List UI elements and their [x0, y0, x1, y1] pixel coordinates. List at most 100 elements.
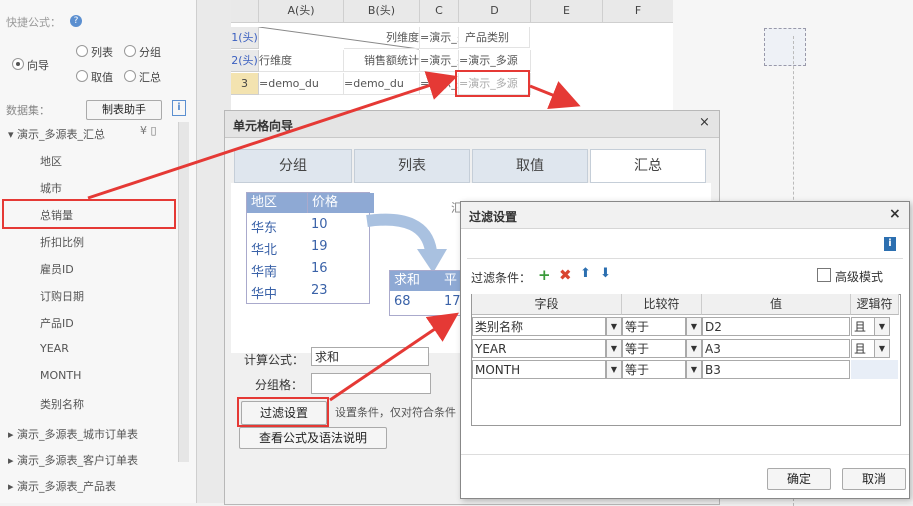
- chevron-down-icon[interactable]: ▼: [606, 339, 622, 358]
- col-header-f[interactable]: F: [603, 0, 674, 23]
- result-table: 求和 平 68 17: [389, 270, 470, 316]
- logic-select[interactable]: 且: [851, 317, 875, 336]
- sample-cell: 19: [311, 239, 328, 254]
- info-icon[interactable]: i: [172, 100, 186, 116]
- move-up-icon[interactable]: ⬆: [580, 266, 591, 281]
- tree-field-product-id[interactable]: 产品ID: [40, 315, 74, 331]
- tree-field-category[interactable]: 类别名称: [40, 396, 84, 412]
- tree-root-actions-icon[interactable]: ¥ ▯: [140, 124, 157, 137]
- value-input[interactable]: A3: [702, 339, 850, 358]
- filter-title: 过滤设置: [469, 210, 518, 224]
- tree-field-city[interactable]: 城市: [40, 180, 62, 196]
- chevron-down-icon[interactable]: ▼: [874, 317, 890, 336]
- wizard-radio[interactable]: 向导: [12, 57, 49, 73]
- view-formula-button[interactable]: 查看公式及语法说明: [239, 427, 387, 449]
- tree-root[interactable]: ▾ 演示_多源表_汇总: [8, 126, 105, 142]
- cell-c3[interactable]: =演示_多源: [420, 73, 459, 95]
- tree-field-employee-id[interactable]: 雇员ID: [40, 261, 74, 277]
- radio-list[interactable]: 列表: [76, 44, 113, 60]
- filter-titlebar: [461, 202, 909, 229]
- value-input[interactable]: B3: [702, 360, 850, 379]
- result-header-sum: 求和: [390, 271, 444, 291]
- tab-group[interactable]: 分组: [234, 149, 352, 183]
- value-input[interactable]: D2: [702, 317, 850, 336]
- table-helper-button[interactable]: 制表助手: [86, 100, 162, 120]
- filter-close-icon[interactable]: ×: [889, 206, 901, 222]
- cell-b3[interactable]: =demo_du: [344, 73, 420, 95]
- radio-value[interactable]: 取值: [76, 69, 113, 85]
- sample-header-price: 价格: [307, 193, 374, 213]
- wizard-titlebar: [225, 111, 719, 138]
- sample-table: 地区 价格 华东 10 华北 19 华南 16 华中 23: [246, 192, 374, 304]
- cell-a3[interactable]: =demo_du: [259, 73, 344, 95]
- field-select[interactable]: YEAR: [472, 339, 606, 358]
- canvas-placeholder[interactable]: [764, 28, 806, 66]
- row-header-1[interactable]: 1(头): [231, 27, 259, 49]
- operator-select[interactable]: 等于: [622, 317, 686, 336]
- tree-field-month[interactable]: MONTH: [40, 369, 81, 382]
- radio-summary[interactable]: 汇总: [124, 69, 161, 85]
- sample-cell: 华北: [251, 243, 278, 258]
- field-select[interactable]: 类别名称: [472, 317, 606, 336]
- tree-field-year[interactable]: YEAR: [40, 342, 69, 355]
- calc-formula-select[interactable]: 求和: [311, 347, 429, 366]
- row-header-2[interactable]: 2(头): [231, 50, 259, 72]
- highlight-filter-button: [237, 397, 329, 427]
- cell-c1[interactable]: =演示_多源: [420, 27, 459, 49]
- advanced-mode-checkbox[interactable]: [817, 268, 831, 282]
- cell-d1[interactable]: 产品类别: [459, 27, 530, 48]
- group-cell-label: 分组格：: [255, 378, 304, 392]
- tree-field-discount[interactable]: 折扣比例: [40, 234, 84, 250]
- delete-icon[interactable]: ✖: [559, 266, 572, 284]
- wizard-close-icon[interactable]: ×: [699, 115, 710, 130]
- filter-settings-dialog: 过滤设置 × i 过滤条件： + ✖ ⬆ ⬇ 高级模式 字段 比较符 值 逻辑符…: [460, 201, 910, 499]
- tree-field-region[interactable]: 地区: [40, 153, 62, 169]
- cell-b1[interactable]: 列维度: [344, 27, 420, 49]
- chevron-down-icon[interactable]: ▼: [606, 360, 622, 379]
- tab-summary[interactable]: 汇总: [590, 149, 706, 183]
- cell-a2[interactable]: 行维度: [259, 50, 344, 72]
- cell-d2[interactable]: =演示_多源: [459, 50, 531, 72]
- row-header-3[interactable]: 3: [231, 73, 259, 95]
- col-header-b[interactable]: B(头): [344, 0, 420, 23]
- tab-value[interactable]: 取值: [472, 149, 588, 183]
- col-header-c[interactable]: C: [420, 0, 459, 23]
- chevron-down-icon[interactable]: ▼: [686, 317, 702, 336]
- corner-cell[interactable]: [231, 0, 259, 23]
- chevron-down-icon[interactable]: ▼: [606, 317, 622, 336]
- radio-group[interactable]: 分组: [124, 44, 161, 60]
- cell-c2[interactable]: =演示_多源: [420, 50, 459, 72]
- col-logic: 逻辑符: [851, 294, 899, 315]
- sample-cell: 华东: [251, 221, 278, 236]
- operator-select[interactable]: 等于: [622, 339, 686, 358]
- col-header-e[interactable]: E: [531, 0, 603, 23]
- operator-select[interactable]: 等于: [622, 360, 686, 379]
- group-cell-input[interactable]: [311, 373, 431, 394]
- highlight-cell-d3: [455, 70, 530, 97]
- add-icon[interactable]: +: [538, 266, 551, 284]
- chevron-down-icon[interactable]: ▼: [686, 339, 702, 358]
- help-icon[interactable]: ?: [70, 15, 82, 27]
- tree-group-products[interactable]: ▸ 演示_多源表_产品表: [8, 478, 116, 494]
- tab-list[interactable]: 列表: [354, 149, 470, 183]
- logic-cell-empty[interactable]: [851, 360, 898, 379]
- chevron-down-icon[interactable]: ▼: [686, 360, 702, 379]
- ok-button[interactable]: 确定: [767, 468, 831, 490]
- cell-b2[interactable]: 销售额统计: [344, 50, 420, 72]
- col-header-d[interactable]: D: [459, 0, 531, 23]
- logic-select[interactable]: 且: [851, 339, 875, 358]
- sample-cell: 23: [311, 283, 328, 298]
- tree-scrollbar[interactable]: [178, 122, 189, 462]
- tree-field-order-date[interactable]: 订购日期: [40, 288, 84, 304]
- field-select[interactable]: MONTH: [472, 360, 606, 379]
- col-header-a[interactable]: A(头): [259, 0, 344, 23]
- tree-group-customer-orders[interactable]: ▸ 演示_多源表_客户订单表: [8, 452, 138, 468]
- cancel-button[interactable]: 取消: [842, 468, 906, 490]
- tree-group-city-orders[interactable]: ▸ 演示_多源表_城市订单表: [8, 426, 138, 442]
- move-down-icon[interactable]: ⬇: [600, 266, 611, 281]
- col-field: 字段: [472, 294, 622, 315]
- conditions-label: 过滤条件：: [471, 271, 532, 285]
- info-icon[interactable]: i: [884, 237, 896, 251]
- chevron-down-icon[interactable]: ▼: [874, 339, 890, 358]
- filter-hint: 设置条件，仅对符合条件: [335, 406, 456, 419]
